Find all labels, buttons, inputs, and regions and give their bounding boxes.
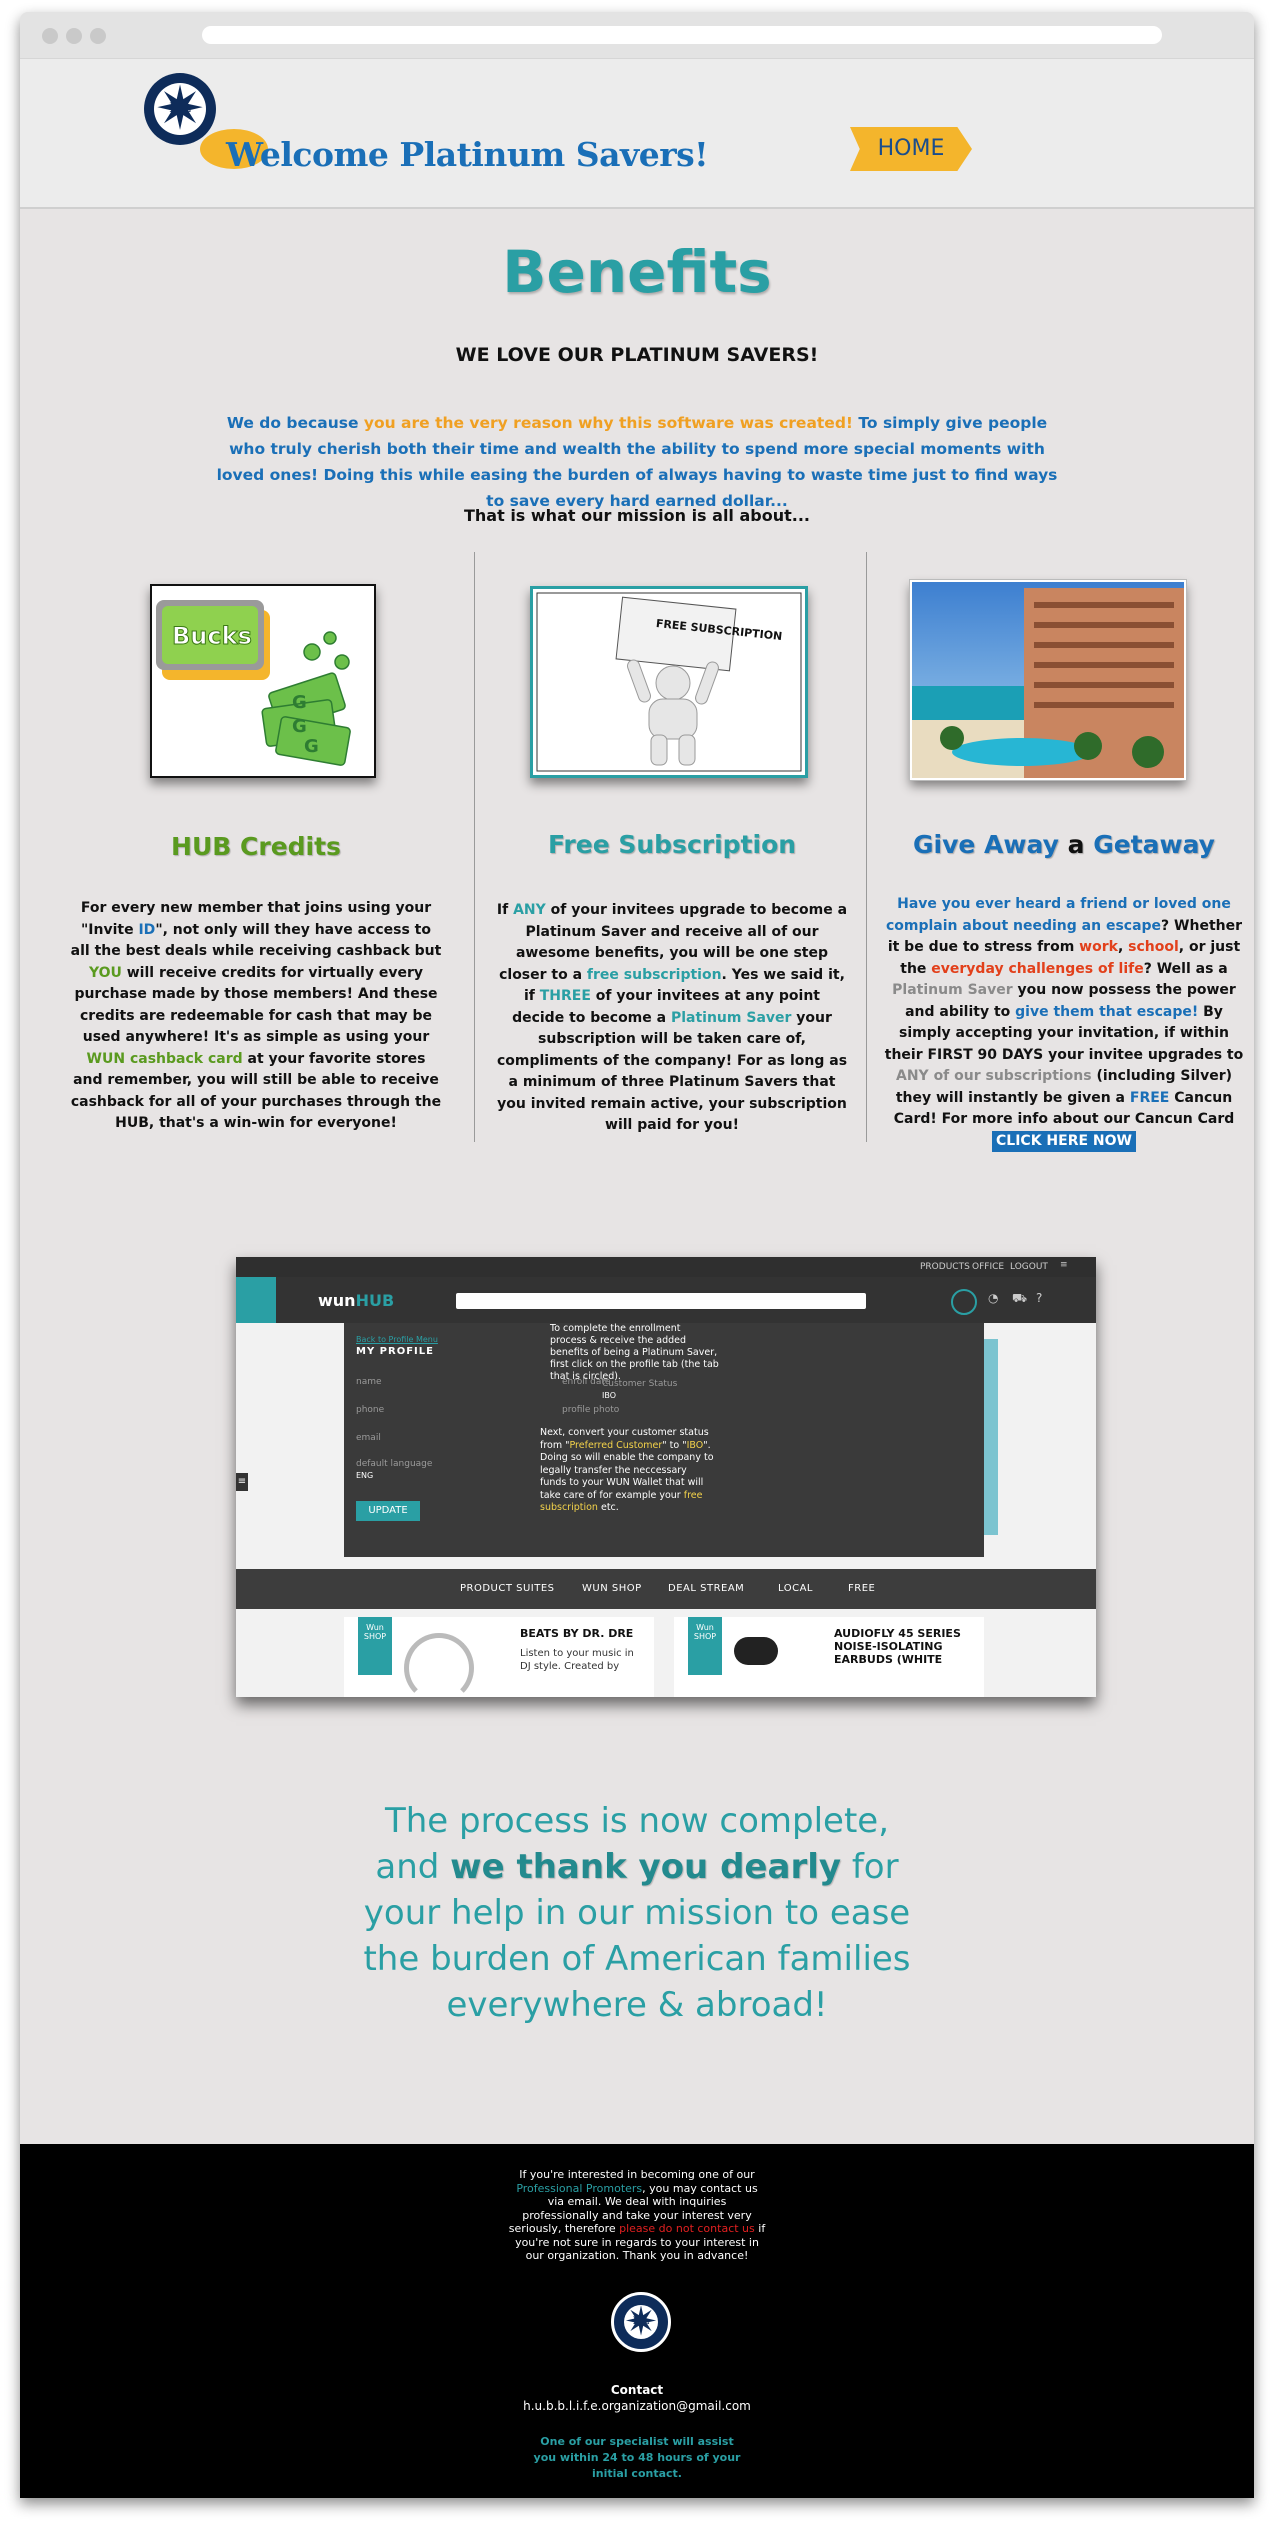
thank-you-message: The process is now complete, and we than… [363,1801,911,2025]
hub-credits-text: For every new member that joins using yo… [70,900,442,1131]
headphones-image [404,1633,474,1697]
app-search-input[interactable] [456,1293,866,1309]
menu-wun-shop[interactable]: WUN SHOP [582,1583,642,1594]
love-headline: WE LOVE OUR PLATINUM SAVERS! [455,344,819,366]
app-topbar: PRODUCTS OFFICE LOGOUT ≡ [236,1257,1096,1277]
free-subscription-text: If ANY of your invitees upgrade to becom… [496,902,848,1133]
contact-email[interactable]: h.u.b.b.l.i.f.e.organization@gmail.com [523,2399,751,2413]
getaway-text: Have you ever heard a friend or loved on… [878,894,1250,1152]
shop-tag: Wun SHOP [358,1617,392,1675]
resort-image [909,579,1187,781]
window-close-dot[interactable] [42,28,58,44]
top-link-office[interactable]: OFFICE [972,1262,1004,1272]
menu-deal-stream[interactable]: DEAL STREAM [668,1583,744,1594]
window-minimize-dot[interactable] [66,28,82,44]
footer-logo: ✷ HL [611,2292,671,2352]
site-header: ✷ HL Welcome Platinum Savers! HOME [20,59,1254,209]
bucks-image: Bucks GGG [150,584,376,778]
instruction-note-2: Next, convert your customer status from … [540,1427,714,1513]
profile-tab-icon[interactable] [951,1289,977,1315]
instruction-note-1: To complete the enrollment process & rec… [550,1323,719,1382]
dashboard-icon[interactable]: ◔ [988,1291,998,1305]
browser-window: ✷ HL Welcome Platinum Savers! HOME Benef… [20,12,1254,2498]
site-title: Welcome Platinum Savers! [226,135,709,174]
menu-local[interactable]: LOCAL [778,1583,813,1594]
svg-text:Bucks: Bucks [172,622,252,650]
site-logo[interactable]: ✷ HL [144,73,216,145]
promoter-info: If you're interested in becoming one of … [508,2168,766,2262]
column-divider [866,552,867,1142]
help-icon[interactable]: ? [1036,1291,1042,1305]
site-footer: If you're interested in becoming one of … [20,2144,1254,2498]
app-main-menu [236,1569,1096,1609]
menu-icon[interactable]: ≡ [1060,1260,1068,1270]
browser-chrome [20,12,1254,59]
svg-text:G: G [292,716,307,737]
app-screenshot: PRODUCTS OFFICE LOGOUT ≡ wunHUB ◔ ⛟ ? ≡ … [236,1257,1096,1697]
app-brand: wunHUB [318,1291,395,1310]
window-maximize-dot[interactable] [90,28,106,44]
hub-credits-title: HUB Credits [171,832,341,861]
profile-panel: Back to Profile Menu MY PROFILE name enr… [344,1323,984,1557]
top-link-products[interactable]: PRODUCTS [920,1262,970,1272]
menu-free[interactable]: FREE [848,1583,875,1594]
app-logo[interactable] [236,1277,276,1323]
shop-tag: Wun SHOP [688,1617,722,1675]
page-title: Benefits [502,238,772,306]
intro-paragraph: We do because you are the very reason wh… [216,414,1058,510]
earbuds-image [734,1637,778,1665]
update-button[interactable]: UPDATE [356,1501,420,1521]
svg-text:G: G [292,692,307,713]
address-bar[interactable] [202,26,1162,44]
menu-product-suites[interactable]: PRODUCT SUITES [460,1583,555,1594]
product-card[interactable]: Wun SHOP AUDIOFLY 45 SERIES NOISE-ISOLAT… [674,1617,984,1697]
free-subscription-image: FREE SUBSCRIPTION [530,586,808,778]
app-navbar: wunHUB ◔ ⛟ ? [236,1277,1096,1323]
assist-note: One of our specialist will assist you wi… [533,2435,741,2480]
contact-block: Contact h.u.b.b.l.i.f.e.organization@gmai… [523,2383,751,2413]
home-button[interactable]: HOME [850,127,972,171]
cart-icon[interactable]: ⛟ [1012,1291,1027,1307]
background-image-strip [984,1339,998,1535]
column-divider [474,552,475,1142]
back-to-profile-menu-link[interactable]: Back to Profile Menu [356,1335,438,1344]
product-card[interactable]: Wun SHOP BEATS BY DR. DRE Listen to your… [344,1617,654,1697]
profile-heading: MY PROFILE [356,1346,434,1357]
click-here-now-link[interactable]: CLICK HERE NOW [992,1130,1136,1152]
getaway-title: Give Away a Getaway [913,830,1215,859]
svg-text:G: G [304,736,319,757]
top-link-logout[interactable]: LOGOUT [1010,1262,1048,1272]
mission-line: That is what our mission is all about... [464,506,810,525]
free-subscription-title: Free Subscription [547,830,797,859]
side-menu-toggle[interactable]: ≡ [236,1473,248,1491]
